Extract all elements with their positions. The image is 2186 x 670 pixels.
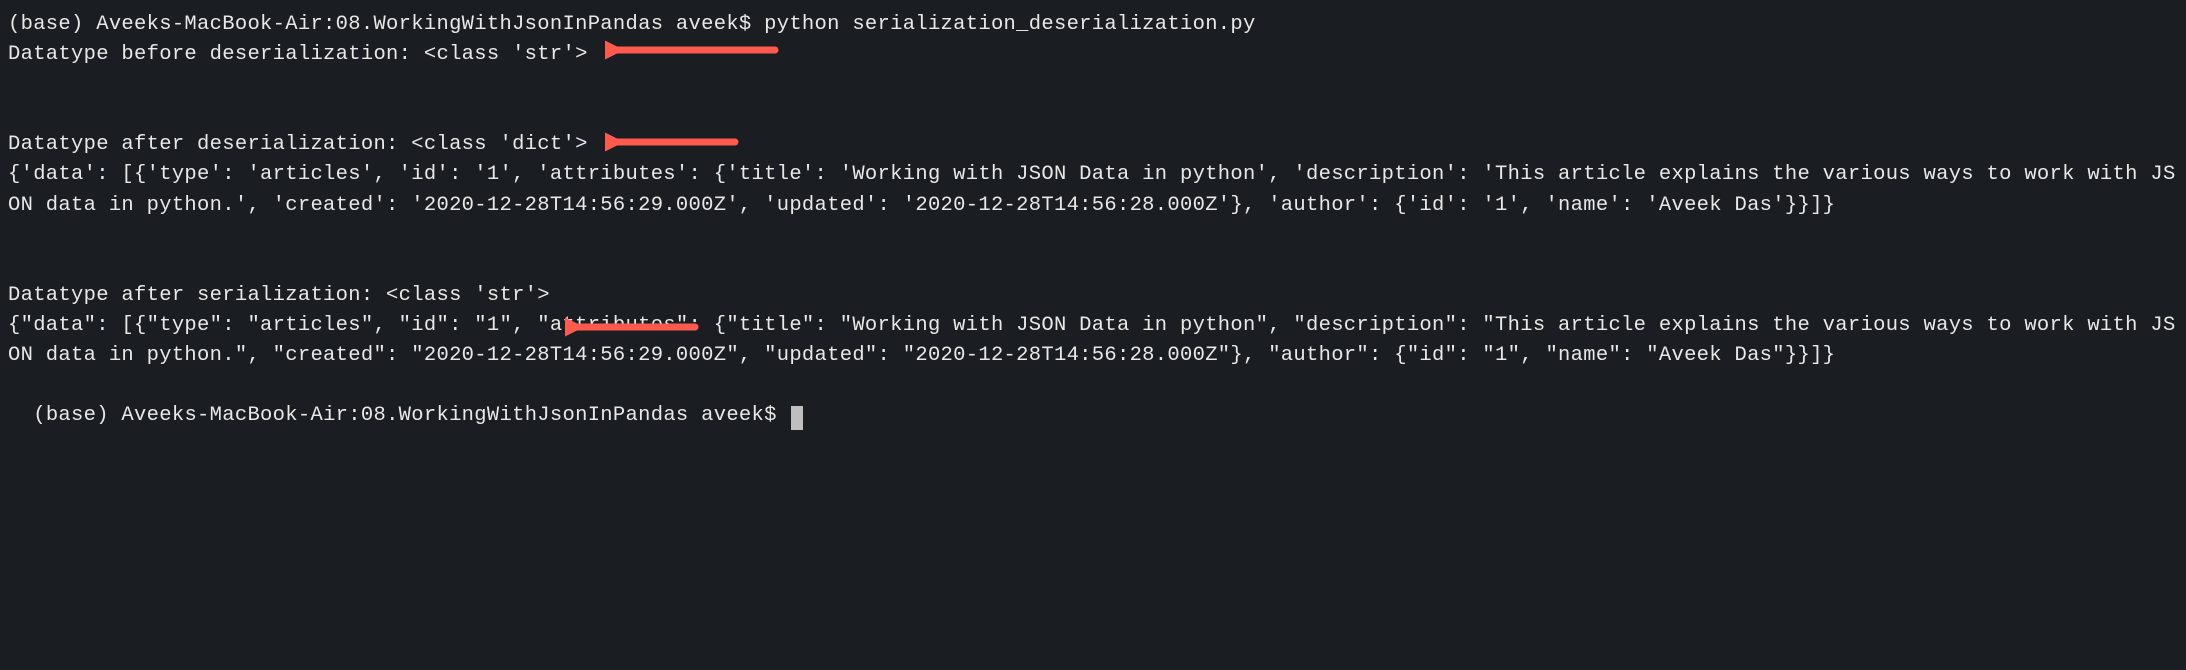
annotation-arrow-3 bbox=[565, 313, 705, 341]
terminal-output-dict-content: {'data': [{'type': 'articles', 'id': '1'… bbox=[8, 160, 2178, 220]
blank-spacer bbox=[8, 70, 2178, 130]
annotation-arrow-1 bbox=[605, 36, 785, 64]
blank-spacer bbox=[8, 221, 2178, 281]
terminal-cursor bbox=[791, 406, 803, 430]
terminal-output-before-deserialization: Datatype before deserialization: <class … bbox=[8, 40, 2178, 70]
terminal-prompt-text: (base) Aveeks-MacBook-Air:08.WorkingWith… bbox=[33, 404, 789, 427]
terminal-output-after-deserialization: Datatype after deserialization: <class '… bbox=[8, 130, 2178, 160]
terminal-output-json-content: {"data": [{"type": "articles", "id": "1"… bbox=[8, 311, 2178, 371]
terminal-prompt-line[interactable]: (base) Aveeks-MacBook-Air:08.WorkingWith… bbox=[8, 371, 2178, 431]
terminal-output-after-serialization: Datatype after serialization: <class 'st… bbox=[8, 281, 2178, 311]
annotation-arrow-2 bbox=[605, 128, 745, 156]
terminal-command-line: (base) Aveeks-MacBook-Air:08.WorkingWith… bbox=[8, 10, 2178, 40]
